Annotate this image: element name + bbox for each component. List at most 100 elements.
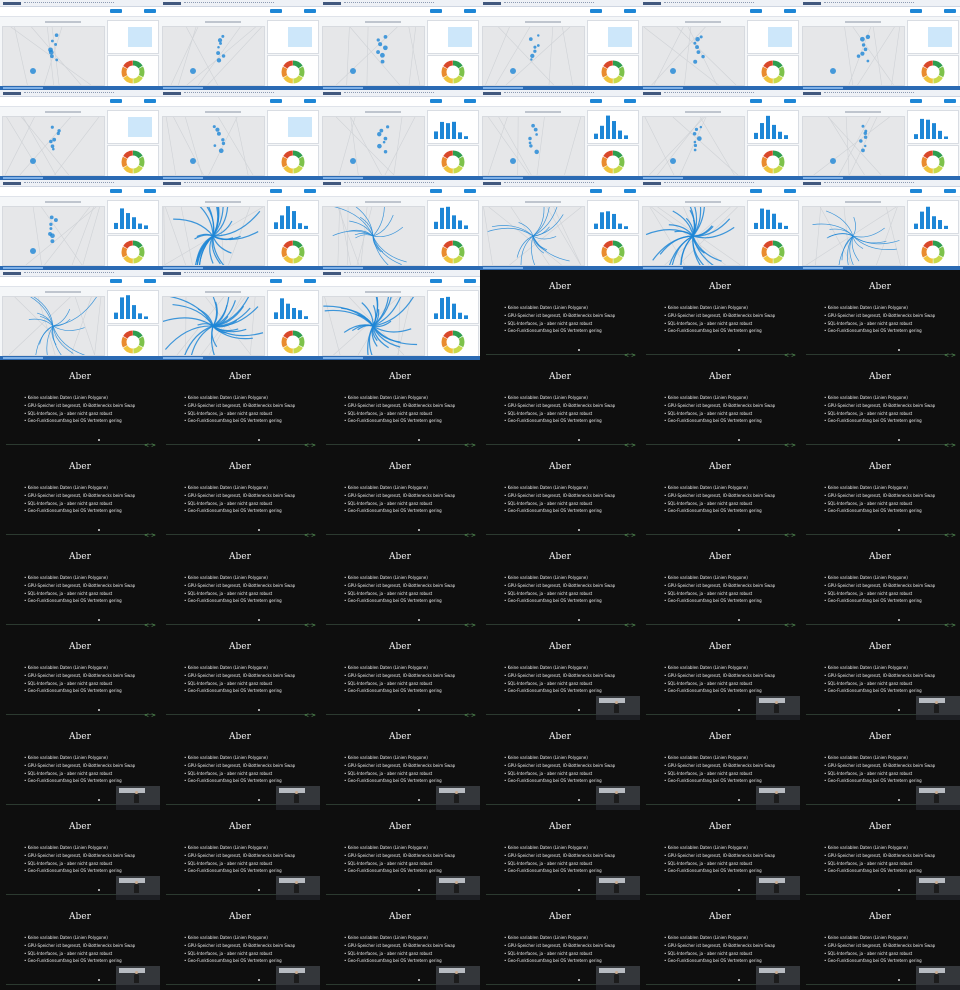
toolbar-button[interactable] xyxy=(110,189,122,193)
map-view[interactable] xyxy=(162,206,265,266)
map-view[interactable] xyxy=(162,116,265,176)
toolbar-button[interactable] xyxy=(270,189,282,193)
toolbar-button[interactable] xyxy=(430,99,442,103)
map-view[interactable] xyxy=(642,206,745,266)
slide-nav-arrows[interactable]: < > xyxy=(784,622,796,629)
toolbar-button[interactable] xyxy=(144,99,156,103)
map-view[interactable] xyxy=(2,116,105,176)
toolbar-button[interactable] xyxy=(944,9,956,13)
toolbar-button[interactable] xyxy=(590,189,602,193)
toolbar-button[interactable] xyxy=(464,279,476,283)
slide-nav-arrows[interactable]: < > xyxy=(464,442,476,449)
donut-chart xyxy=(281,60,305,84)
slide-nav-arrows[interactable]: < > xyxy=(144,712,156,719)
slide-nav-arrows[interactable]: < > xyxy=(144,442,156,449)
toolbar-button[interactable] xyxy=(464,9,476,13)
map-view[interactable] xyxy=(802,206,905,266)
toolbar-button[interactable] xyxy=(784,99,796,103)
map-view[interactable] xyxy=(642,116,745,176)
map-view[interactable] xyxy=(322,206,425,266)
map-view[interactable] xyxy=(162,296,265,356)
toolbar-button[interactable] xyxy=(590,9,602,13)
slide-title: Aber xyxy=(549,552,571,562)
bullet-list: Keine variablen Daten (Linien Polygone)G… xyxy=(184,394,296,425)
toolbar-button[interactable] xyxy=(304,99,316,103)
map-view[interactable] xyxy=(482,26,585,86)
slide-nav-arrows[interactable]: < > xyxy=(784,352,796,359)
slide-nav-arrows[interactable]: < > xyxy=(144,532,156,539)
toolbar-button[interactable] xyxy=(144,189,156,193)
toolbar-button[interactable] xyxy=(430,189,442,193)
map-view[interactable] xyxy=(2,206,105,266)
slide-nav-arrows[interactable]: < > xyxy=(624,532,636,539)
toolbar-button[interactable] xyxy=(624,99,636,103)
toolbar-button[interactable] xyxy=(910,9,922,13)
toolbar-button[interactable] xyxy=(304,9,316,13)
donut-panel xyxy=(907,55,959,89)
slide-nav-arrows[interactable]: < > xyxy=(944,622,956,629)
presenter xyxy=(934,884,939,893)
toolbar-button[interactable] xyxy=(750,9,762,13)
bullet-item: GPU-Speicher ist begrenzt, IO-Bottleneck… xyxy=(824,312,936,320)
toolbar-button[interactable] xyxy=(270,99,282,103)
toolbar-button[interactable] xyxy=(144,279,156,283)
toolbar-button[interactable] xyxy=(304,189,316,193)
bullet-item: Keine variablen Daten (Linien Polygone) xyxy=(664,574,775,582)
slide-nav-arrows[interactable]: < > xyxy=(624,352,636,359)
toolbar-button[interactable] xyxy=(144,9,156,13)
map-view[interactable] xyxy=(322,26,425,86)
toolbar-button[interactable] xyxy=(750,99,762,103)
slide-nav-arrows[interactable]: < > xyxy=(624,442,636,449)
map-view[interactable] xyxy=(642,26,745,86)
map-view[interactable] xyxy=(162,26,265,86)
toolbar-button[interactable] xyxy=(270,9,282,13)
toolbar-button[interactable] xyxy=(110,99,122,103)
toolbar-button[interactable] xyxy=(464,189,476,193)
map-view[interactable] xyxy=(802,116,905,176)
toolbar-button[interactable] xyxy=(784,9,796,13)
slide-nav-arrows[interactable]: < > xyxy=(304,532,316,539)
slide-nav-arrows[interactable]: < > xyxy=(944,352,956,359)
map-view[interactable] xyxy=(322,116,425,176)
toolbar-button[interactable] xyxy=(944,99,956,103)
toolbar-button[interactable] xyxy=(750,189,762,193)
slide-nav-arrows[interactable]: < > xyxy=(144,622,156,629)
toolbar-button[interactable] xyxy=(910,99,922,103)
map-view[interactable] xyxy=(802,26,905,86)
slide-nav-arrows[interactable]: < > xyxy=(784,442,796,449)
map-point xyxy=(864,144,867,148)
toolbar-button[interactable] xyxy=(430,279,442,283)
slide-nav-arrows[interactable]: < > xyxy=(784,532,796,539)
toolbar-button[interactable] xyxy=(304,279,316,283)
map-view[interactable] xyxy=(482,116,585,176)
app-logo xyxy=(163,92,181,95)
slide-nav-arrows[interactable]: < > xyxy=(304,622,316,629)
map-view[interactable] xyxy=(322,296,425,356)
slide-nav-arrows[interactable]: < > xyxy=(944,532,956,539)
slide-nav-arrows[interactable]: < > xyxy=(304,442,316,449)
slide-nav-arrows[interactable]: < > xyxy=(624,622,636,629)
map-point xyxy=(860,36,865,42)
slide-nav-arrows[interactable]: < > xyxy=(464,532,476,539)
toolbar-button[interactable] xyxy=(430,9,442,13)
toolbar-button[interactable] xyxy=(110,9,122,13)
toolbar-button[interactable] xyxy=(784,189,796,193)
app-screenshot-frame xyxy=(320,270,480,360)
toolbar-button[interactable] xyxy=(590,99,602,103)
toolbar-button[interactable] xyxy=(464,99,476,103)
bullet-list: Keine variablen Daten (Linien Polygone)G… xyxy=(184,484,296,515)
toolbar-button[interactable] xyxy=(910,189,922,193)
map-view[interactable] xyxy=(2,296,105,356)
slide-nav-arrows[interactable]: < > xyxy=(464,712,476,719)
map-view[interactable] xyxy=(2,26,105,86)
slide-nav-arrows[interactable]: < > xyxy=(944,442,956,449)
slide-nav-arrows[interactable]: < > xyxy=(304,712,316,719)
toolbar-button[interactable] xyxy=(624,9,636,13)
bullet-item: Geo-Funktionsumfang bei OS Vertretern ge… xyxy=(24,507,135,515)
toolbar-button[interactable] xyxy=(270,279,282,283)
toolbar-button[interactable] xyxy=(624,189,636,193)
toolbar-button[interactable] xyxy=(944,189,956,193)
toolbar-button[interactable] xyxy=(110,279,122,283)
map-view[interactable] xyxy=(482,206,585,266)
slide-nav-arrows[interactable]: < > xyxy=(464,622,476,629)
